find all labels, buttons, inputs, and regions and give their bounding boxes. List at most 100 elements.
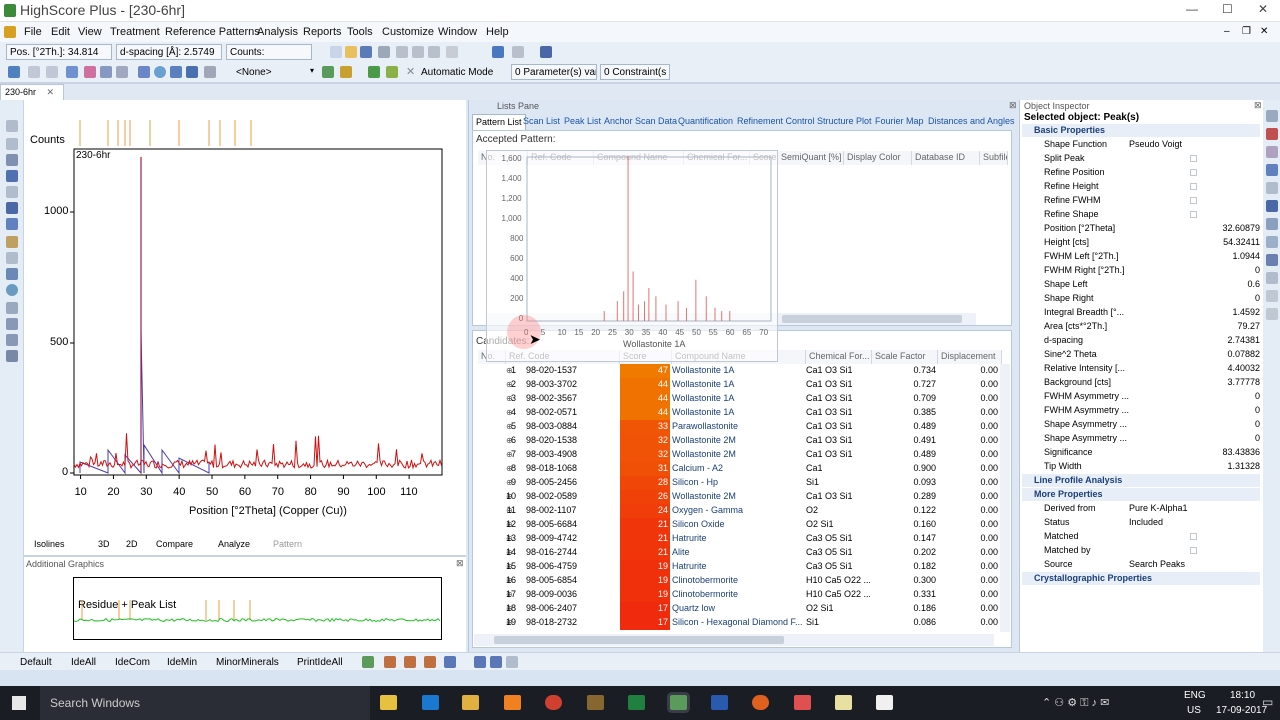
tab-analyze[interactable]: Analyze xyxy=(218,539,250,549)
additional-close-icon[interactable]: ⊠ xyxy=(456,558,464,569)
menu-view[interactable]: View xyxy=(78,26,102,38)
pen-tool-icon[interactable] xyxy=(6,236,18,248)
menu-file[interactable]: File xyxy=(24,26,42,38)
open-icon[interactable] xyxy=(345,46,357,58)
candidate-row[interactable]: ⊕ 6 98-020-1538 32 Wollastonite 2M Ca1 O3 Si1… xyxy=(472,434,1012,448)
right-tool-11-icon[interactable] xyxy=(1266,290,1278,302)
property-value[interactable]: 0 xyxy=(1180,265,1260,275)
scan-icon[interactable] xyxy=(46,66,58,78)
property-value[interactable]: Pure K-Alpha1 xyxy=(1129,503,1188,513)
candidate-row[interactable]: ⊕ 5 98-003-0884 33 Parawollastonite Ca1 O3 Si… xyxy=(472,420,1012,434)
grid-icon[interactable] xyxy=(186,66,198,78)
pattern-icon[interactable] xyxy=(8,66,20,78)
delete-icon[interactable] xyxy=(446,46,458,58)
btn-idecom[interactable]: IdeCom xyxy=(115,657,150,668)
tab-3d[interactable]: 3D xyxy=(98,539,110,549)
grid-a-icon[interactable] xyxy=(444,656,456,668)
property-value[interactable]: 0.6 xyxy=(1180,279,1260,289)
scale-tool-icon[interactable] xyxy=(6,334,18,346)
folder-icon[interactable] xyxy=(462,695,479,710)
grid-d-icon[interactable] xyxy=(506,656,518,668)
column-header[interactable]: Chemical For... xyxy=(806,350,872,364)
candidate-row[interactable]: ⊕ 4 98-002-0571 44 Wollastonite 1A Ca1 O3 Si1… xyxy=(472,406,1012,420)
right-tool-8-icon[interactable] xyxy=(1266,236,1278,248)
paste-icon[interactable] xyxy=(428,46,440,58)
property-value[interactable]: 32.60879 xyxy=(1180,223,1260,233)
firefox-icon[interactable] xyxy=(752,695,769,710)
candidate-row[interactable]: ⊕ 8 98-018-1068 31 Calcium - A2 Ca1 0.900 0.00 xyxy=(472,462,1012,476)
app-orange-icon[interactable] xyxy=(504,695,521,710)
candidate-row[interactable]: ⊕ 18 98-006-2407 17 Quartz low O2 Si1 0.186 0.0… xyxy=(472,602,1012,616)
lang-eng[interactable]: ENG xyxy=(1184,690,1206,701)
candidate-row[interactable]: ⊕ 9 98-005-2456 28 Silicon - Hp Si1 0.093 0.00 xyxy=(472,476,1012,490)
candidate-row[interactable]: ⊕ 11 98-002-1107 24 Oxygen - Gamma O2 0.122 0.0… xyxy=(472,504,1012,518)
right-tool-10-icon[interactable] xyxy=(1266,272,1278,284)
measure-tool-icon[interactable] xyxy=(6,138,18,150)
menu-help[interactable]: Help xyxy=(486,26,509,38)
property-checkbox[interactable] xyxy=(1190,533,1197,540)
property-value[interactable]: 0 xyxy=(1180,433,1260,443)
property-checkbox[interactable] xyxy=(1190,197,1197,204)
right-tool-5-icon[interactable] xyxy=(1266,182,1278,194)
menu-treatment[interactable]: Treatment xyxy=(110,26,160,38)
property-value[interactable]: Pseudo Voigt xyxy=(1129,139,1182,149)
property-checkbox[interactable] xyxy=(1190,211,1197,218)
peak-tool-icon[interactable] xyxy=(6,170,18,182)
menu-window[interactable]: Window xyxy=(438,26,477,38)
tray-icons[interactable]: ⌃ ⚇ ⚙ ⚿ ♪ ✉ xyxy=(1042,696,1109,710)
section-more-properties[interactable]: More Properties xyxy=(1022,488,1260,501)
grid-c-icon[interactable] xyxy=(490,656,502,668)
btn-minorminerals[interactable]: MinorMinerals xyxy=(216,657,279,668)
column-header[interactable]: Displacement xyxy=(938,350,1002,364)
property-value[interactable]: 1.31328 xyxy=(1180,461,1260,471)
tab-peak-list[interactable]: Peak List xyxy=(561,114,604,130)
property-value[interactable]: Included xyxy=(1129,517,1163,527)
property-value[interactable]: 4.40032 xyxy=(1180,363,1260,373)
redo-icon[interactable] xyxy=(512,46,524,58)
menu-app-icon[interactable] xyxy=(4,26,16,38)
right-tool-3-icon[interactable] xyxy=(1266,146,1278,158)
tab-distances-angles[interactable]: Distances and Angles xyxy=(925,114,1018,130)
word-icon[interactable] xyxy=(711,695,728,710)
lists-close-icon[interactable]: ⊠ xyxy=(1009,100,1017,111)
tab-fourier-map[interactable]: Fourier Map xyxy=(872,114,927,130)
btn-idemin[interactable]: IdeMin xyxy=(167,657,197,668)
tab-scan-list[interactable]: Scan List xyxy=(520,114,563,130)
cloud-icon[interactable] xyxy=(835,695,852,710)
peaks-icon[interactable] xyxy=(66,66,78,78)
tools-icon[interactable] xyxy=(322,66,334,78)
table-icon[interactable] xyxy=(204,66,216,78)
candidates-vscroll[interactable] xyxy=(1000,364,1010,632)
btn-ideall[interactable]: IdeAll xyxy=(71,657,96,668)
property-value[interactable]: 2.74381 xyxy=(1180,335,1260,345)
none-select[interactable]: <None> xyxy=(236,67,272,78)
pan-tool-icon[interactable] xyxy=(6,154,18,166)
candidate-row[interactable]: ⊕ 13 98-009-4742 21 Hatrurite Ca3 O5 Si1 0.147… xyxy=(472,532,1012,546)
property-value[interactable]: 0.07882 xyxy=(1180,349,1260,359)
property-value[interactable]: 3.77778 xyxy=(1180,377,1260,387)
notifications-icon[interactable]: ▭ xyxy=(1262,695,1273,709)
candidate-row[interactable]: ⊕ 14 98-016-2744 21 Alite Ca3 O5 Si1 0.202 0.00 xyxy=(472,546,1012,560)
cursor-tool-icon[interactable] xyxy=(6,218,18,230)
tab-structure-plot[interactable]: Structure Plot xyxy=(814,114,875,130)
candidates-hscroll[interactable] xyxy=(474,634,994,646)
globe-tool-icon[interactable] xyxy=(6,284,18,296)
property-checkbox[interactable] xyxy=(1190,183,1197,190)
document-tab[interactable]: 230-6hr ✕ xyxy=(0,84,64,100)
property-checkbox[interactable] xyxy=(1190,169,1197,176)
zoom-tool-icon[interactable] xyxy=(6,202,18,214)
select-tool-icon[interactable] xyxy=(6,120,18,132)
split-icon[interactable] xyxy=(404,656,416,668)
dots-tool-icon[interactable] xyxy=(6,302,18,314)
candidate-row[interactable]: ⊕ 19 98-018-2732 17 Silicon - Hexagonal Diam… xyxy=(472,616,1012,630)
highscore-icon[interactable] xyxy=(670,695,687,710)
clock-time[interactable]: 18:10 xyxy=(1230,690,1255,701)
section-crystallographic[interactable]: Crystallographic Properties xyxy=(1022,572,1260,585)
candidate-row[interactable]: ⊕ 3 98-002-3567 44 Wollastonite 1A Ca1 O3 Si1… xyxy=(472,392,1012,406)
candidate-row[interactable]: ⊕ 2 98-003-3702 44 Wollastonite 1A Ca1 O3 Si1… xyxy=(472,378,1012,392)
tab-refinement-control[interactable]: Refinement Control xyxy=(734,114,818,130)
edge-icon[interactable] xyxy=(422,695,439,710)
clock-date[interactable]: 17-09-2017 xyxy=(1216,705,1267,716)
candidate-row[interactable]: ⊕ 15 98-006-4759 19 Hatrurite Ca3 O5 Si1 0.182… xyxy=(472,560,1012,574)
property-value[interactable]: 83.43836 xyxy=(1180,447,1260,457)
